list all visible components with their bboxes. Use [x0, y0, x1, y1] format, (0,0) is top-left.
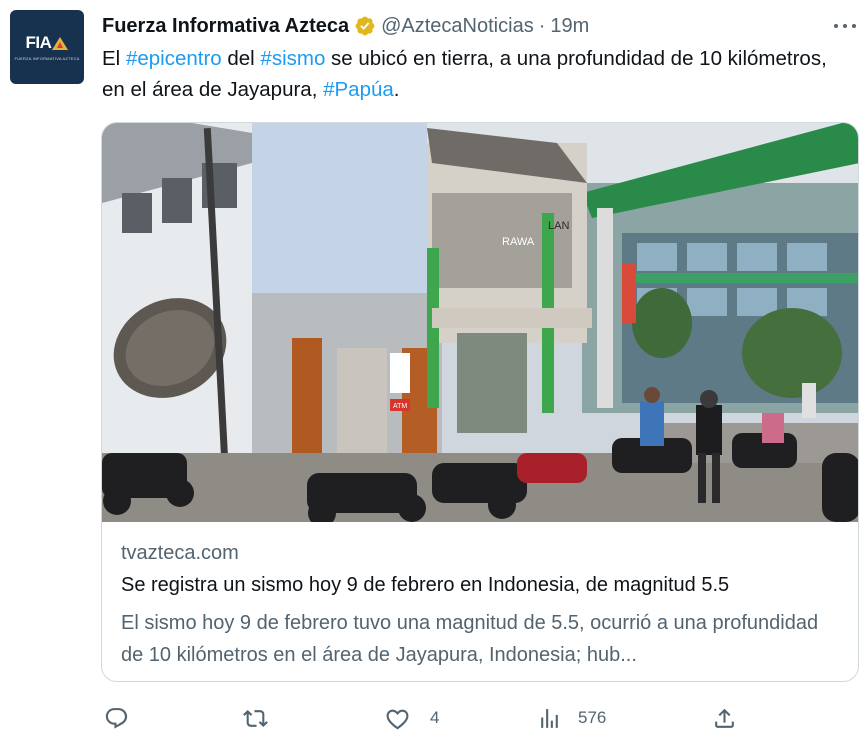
tweet-header: Fuerza Informativa Azteca @AztecaNoticia… [102, 12, 589, 40]
card-image[interactable]: ATM RAWA LAN [102, 123, 859, 522]
hashtag-papua[interactable]: #Papúa [323, 78, 394, 101]
share-button[interactable] [712, 703, 737, 733]
sign-rawa: RAWA [502, 236, 535, 248]
like-button[interactable]: 4 [385, 703, 439, 733]
views-button[interactable]: 576 [537, 703, 606, 733]
link-card[interactable]: ATM RAWA LAN tvazteca.com Se registra un… [101, 122, 859, 682]
reply-button[interactable] [104, 703, 129, 733]
more-icon[interactable] [834, 16, 856, 36]
retweet-icon [243, 709, 268, 727]
text-segment: del [221, 47, 261, 70]
author-handle[interactable]: @AztecaNoticias [381, 15, 534, 38]
logo-subtitle: FUERZA INFORMATIVA AZTECA [14, 56, 80, 61]
hashtag-epicentro[interactable]: #epicentro [126, 47, 222, 70]
text-segment: . [393, 78, 400, 101]
views-icon [541, 708, 558, 728]
retweet-button[interactable] [243, 703, 268, 733]
hashtag-sismo[interactable]: #sismo [260, 47, 325, 70]
reply-icon [105, 707, 128, 729]
separator-dot: · [538, 14, 546, 37]
verified-badge-icon[interactable] [354, 15, 376, 37]
card-title[interactable]: Se registra un sismo hoy 9 de febrero en… [121, 574, 841, 597]
text-segment: El [102, 47, 126, 70]
tweet-text: El #epicentro del #sismo se ubicó en tie… [102, 43, 842, 105]
logo-text: FIA [25, 33, 52, 52]
sign-lan: LAN [548, 220, 569, 232]
card-description[interactable]: El sismo hoy 9 de febrero tuvo una magni… [121, 607, 841, 671]
card-domain[interactable]: tvazteca.com [121, 542, 239, 565]
tweet-timestamp[interactable]: 19m [550, 15, 589, 38]
author-name[interactable]: Fuerza Informativa Azteca [102, 15, 349, 38]
heart-icon [386, 709, 409, 729]
fia-logo: FIA [26, 33, 69, 53]
views-count: 576 [578, 708, 607, 727]
action-bar: 4 576 [100, 703, 860, 733]
sign-atm: ATM [393, 403, 407, 410]
share-icon [715, 708, 734, 728]
avatar[interactable]: FIA FUERZA INFORMATIVA AZTECA [10, 10, 84, 84]
like-count: 4 [430, 708, 440, 727]
